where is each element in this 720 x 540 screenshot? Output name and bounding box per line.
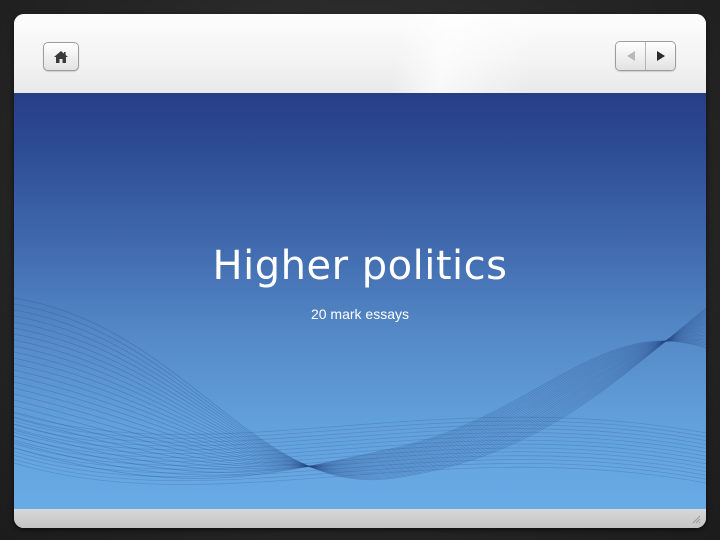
wave-line [14, 322, 706, 472]
wave-line [14, 320, 706, 473]
wave-line [14, 297, 706, 481]
home-icon [54, 50, 68, 63]
slide-subtitle: 20 mark essays [310, 306, 410, 322]
toolbar [14, 14, 706, 93]
status-bar [14, 509, 706, 528]
wave-line [14, 312, 706, 477]
triangle-left-icon [626, 51, 635, 61]
wave-lines-decoration [14, 297, 706, 485]
presentation-window: Higher politics 20 mark essays [14, 14, 706, 528]
next-slide-button[interactable] [645, 42, 675, 70]
slide-navigation [615, 41, 676, 71]
toolbar-gloss [14, 14, 706, 93]
wave-line [14, 333, 706, 467]
home-button[interactable] [43, 42, 79, 71]
slide-title: Higher politics [212, 243, 508, 289]
triangle-right-icon [656, 51, 665, 61]
resize-grip-icon[interactable] [691, 514, 701, 524]
previous-slide-button[interactable] [616, 42, 645, 70]
slide-canvas: Higher politics 20 mark essays [14, 93, 706, 509]
